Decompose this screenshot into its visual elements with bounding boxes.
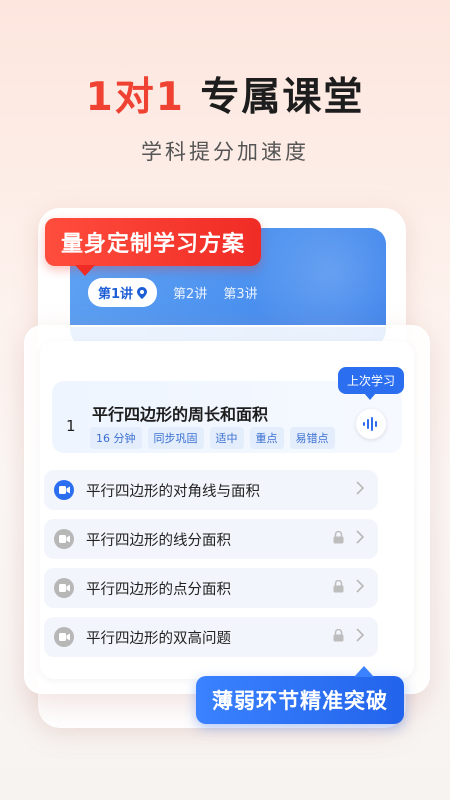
headline-accent: 1对1 xyxy=(85,75,185,120)
chevron-right-icon xyxy=(356,481,364,495)
list-item-label: 平行四边形的对角线与面积 xyxy=(86,483,260,500)
tag-key: 重点 xyxy=(249,427,284,449)
list-item[interactable]: 平行四边形的点分面积 xyxy=(44,568,378,608)
chevron-right-icon xyxy=(356,530,364,544)
list-item-label: 平行四边形的双高问题 xyxy=(86,630,231,647)
sub-lesson-list: 平行四边形的对角线与面积 平行四边形的线分面积 平行四边形的点分面积 平行四边形… xyxy=(44,470,378,666)
list-item-label: 平行四边形的线分面积 xyxy=(86,532,231,549)
list-item[interactable]: 平行四边形的对角线与面积 xyxy=(44,470,378,510)
tag-error-prone: 易错点 xyxy=(289,427,335,449)
headline: 1对1 专属课堂 xyxy=(0,66,450,122)
lesson-number: 1 xyxy=(66,417,76,435)
tag-duration: 16 分钟 xyxy=(90,427,142,449)
last-study-badge: 上次学习 xyxy=(337,367,404,400)
list-item[interactable]: 平行四边形的线分面积 xyxy=(44,519,378,559)
weak-point-banner: 薄弱环节精准突破 xyxy=(196,666,404,724)
subtitle: 学科提分加速度 xyxy=(141,140,309,164)
tag-difficulty: 适中 xyxy=(209,427,244,449)
headline-main: 专属课堂 xyxy=(184,75,365,120)
lock-icon xyxy=(333,580,344,593)
tab-lesson-1[interactable]: 第1讲 xyxy=(88,278,158,307)
video-camera-icon xyxy=(54,578,74,598)
video-camera-icon xyxy=(54,529,74,549)
lesson-header[interactable]: 1 平行四边形的周长和面积 16 分钟 同步巩固 适中 重点 易错点 上次学习 xyxy=(52,367,404,453)
lesson-title: 平行四边形的周长和面积 xyxy=(92,405,269,424)
video-camera-icon xyxy=(54,627,74,647)
tab-lesson-3[interactable]: 第3讲 xyxy=(223,283,257,302)
custom-plan-banner: 量身定制学习方案 xyxy=(45,218,262,276)
tag-type: 同步巩固 xyxy=(147,427,204,449)
tab-label: 第1讲 xyxy=(98,287,134,302)
location-pin-icon xyxy=(137,286,148,299)
tab-lesson-2[interactable]: 第2讲 xyxy=(173,283,207,302)
chevron-right-icon xyxy=(356,579,364,593)
soundwave-icon xyxy=(363,417,377,431)
lesson-tags: 16 分钟 同步巩固 适中 重点 易错点 xyxy=(90,427,335,449)
audio-button[interactable] xyxy=(356,409,386,439)
video-camera-icon xyxy=(54,480,74,500)
lock-icon xyxy=(333,629,344,642)
lock-icon xyxy=(333,531,344,544)
chevron-right-icon xyxy=(356,628,364,642)
list-item-label: 平行四边形的点分面积 xyxy=(86,581,231,598)
lesson-tabs: 第1讲 第2讲 第3讲 xyxy=(88,278,258,307)
list-item[interactable]: 平行四边形的双高问题 xyxy=(44,617,378,657)
